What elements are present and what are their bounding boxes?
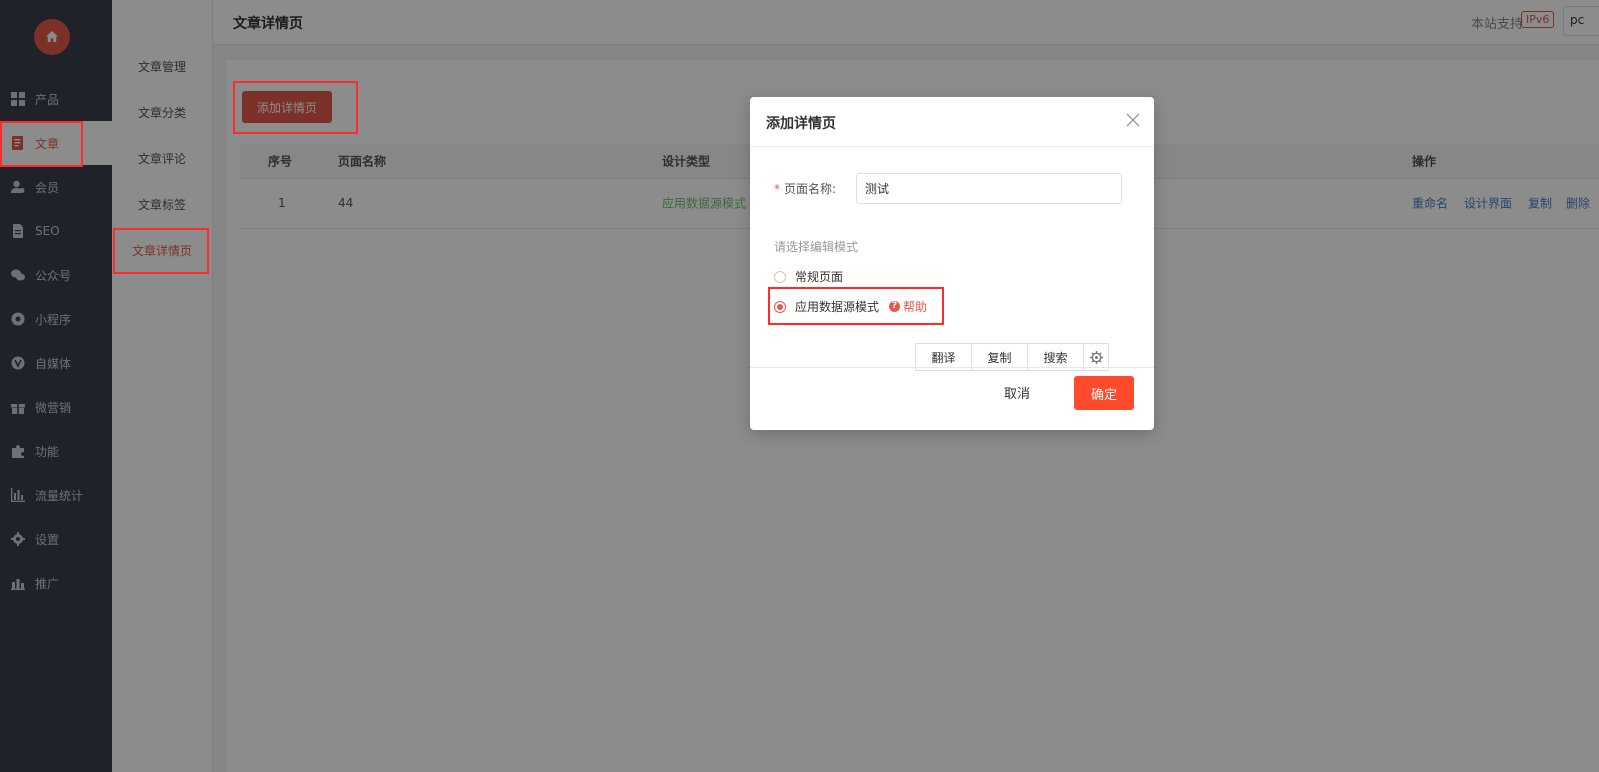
- edit-mode-label: 请选择编辑模式: [774, 240, 859, 254]
- help-link[interactable]: ? 帮助: [889, 298, 927, 315]
- radio-option-normal-page[interactable]: 常规页面: [774, 268, 843, 285]
- dialog-footer-divider: [750, 367, 1154, 368]
- radio-option-datasource-mode[interactable]: 应用数据源模式 ? 帮助: [774, 298, 927, 315]
- radio-button[interactable]: [774, 270, 786, 283]
- radio-label: 应用数据源模式: [795, 300, 880, 314]
- cancel-button[interactable]: 取消: [1004, 383, 1030, 402]
- add-detail-page-dialog: 添加详情页 *页面名称: 请选择编辑模式 常规页面 应用数据源模式 ? 帮助 翻…: [750, 97, 1154, 430]
- page-name-label-text: 页面名称:: [784, 182, 837, 196]
- page-name-input[interactable]: [856, 173, 1122, 204]
- close-icon[interactable]: [1126, 113, 1140, 127]
- radio-button-selected[interactable]: [774, 300, 786, 313]
- confirm-button[interactable]: 确定: [1074, 376, 1134, 410]
- gear-icon: [1089, 350, 1103, 364]
- question-icon: ?: [889, 301, 901, 312]
- required-mark: *: [774, 182, 780, 196]
- radio-label: 常规页面: [795, 270, 844, 284]
- help-label: 帮助: [903, 300, 928, 314]
- page-name-label: * 页面名称:: [774, 180, 836, 197]
- dialog-title: 添加详情页: [766, 116, 836, 132]
- dialog-header-divider: [750, 146, 1154, 147]
